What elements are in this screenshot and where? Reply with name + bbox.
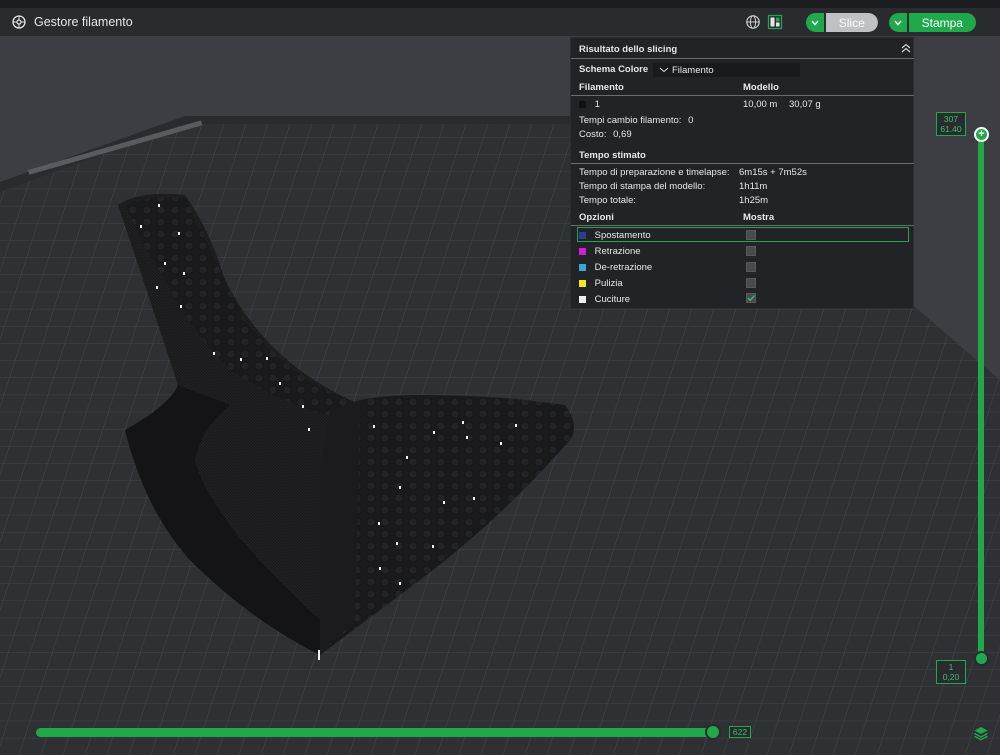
- filament-length: 10,00 m: [743, 99, 778, 110]
- filament-manager-label: Gestore filamento: [34, 15, 133, 29]
- bottom-layer-height: 0,20: [942, 672, 960, 682]
- checkmark-icon: [747, 295, 755, 302]
- layer-slider-top-handle[interactable]: +: [974, 127, 989, 142]
- option-row-travel[interactable]: Spostamento: [579, 230, 651, 241]
- estimated-time-header: Tempo stimato: [579, 150, 646, 161]
- filament-column-header: Filamento: [579, 82, 624, 93]
- window-title-strip: [0, 0, 1000, 8]
- total-time-value: 1h25m: [739, 195, 769, 206]
- slicer-app: Gestore filamento Slice Stampa Risultato…: [0, 0, 1000, 755]
- checkbox-seams[interactable]: [746, 293, 756, 303]
- layer-slider-top-label: 307 61.40: [936, 112, 966, 136]
- model-print-time-value: 1h11m: [739, 181, 768, 192]
- layout-view-icon[interactable]: [767, 14, 783, 30]
- layer-slider-track[interactable]: [978, 134, 984, 660]
- print-label[interactable]: Stampa: [908, 13, 976, 32]
- option-label-wipe: Pulizia: [594, 278, 623, 289]
- print-dropdown-toggle[interactable]: [889, 13, 907, 32]
- retraction-color-swatch: [579, 247, 586, 255]
- slice-label[interactable]: Slice: [825, 13, 878, 32]
- slice-dropdown-toggle[interactable]: [806, 13, 824, 32]
- filament-changes-value: 0: [688, 115, 694, 126]
- top-layer-number: 307: [943, 114, 959, 124]
- wipe-color-swatch: [579, 279, 586, 287]
- plus-icon: +: [978, 128, 985, 140]
- checkbox-retraction[interactable]: [746, 246, 756, 256]
- color-scheme-label: Schema Colore: [579, 64, 649, 75]
- collapse-up-icon[interactable]: [901, 43, 911, 53]
- model-column-header: Modello: [743, 82, 779, 93]
- deretraction-color-swatch: [579, 263, 586, 271]
- prep-time-value: 6m15s + 7m52s: [739, 167, 807, 178]
- panel-title: Risultato dello slicing: [579, 44, 678, 55]
- chevron-down-icon: [659, 67, 669, 73]
- top-layer-height: 61.40: [940, 124, 962, 134]
- color-scheme-dropdown[interactable]: Filamento: [653, 63, 800, 77]
- filament-changes-label: Tempi cambio filamento:: [579, 115, 682, 126]
- model-print-time-label: Tempo di stampa del modello:: [579, 181, 706, 192]
- option-label-seams: Cuciture: [594, 294, 631, 305]
- checkbox-wipe[interactable]: [746, 278, 756, 288]
- filament-manager-button[interactable]: Gestore filamento: [12, 14, 133, 30]
- filament-color-swatch: [579, 100, 586, 108]
- filament-weight: 30,07 g: [789, 99, 821, 110]
- option-label-retraction: Retrazione: [594, 246, 641, 257]
- filament-spool-icon: [12, 15, 26, 29]
- move-slider-track[interactable]: [36, 728, 716, 737]
- chevron-down-icon: [894, 20, 902, 26]
- layer-slider-bottom-label: 1 0,20: [936, 660, 966, 684]
- prep-time-label: Tempo di preparazione e timelapse:: [579, 167, 730, 178]
- color-scheme-value: Filamento: [672, 64, 714, 76]
- cost: Costo: 0,69: [579, 129, 632, 140]
- slice-button[interactable]: Slice: [806, 13, 878, 32]
- option-label-deretraction: De-retrazione: [594, 262, 653, 273]
- options-header: Opzioni: [579, 212, 614, 223]
- divider: [571, 95, 914, 96]
- travel-color-swatch: [579, 231, 586, 239]
- slicing-result-panel: Risultato dello slicing Schema Colore Fi…: [570, 37, 914, 309]
- print-button[interactable]: Stampa: [889, 13, 976, 32]
- option-row-deretraction[interactable]: De-retrazione: [579, 262, 652, 273]
- filament-changes: Tempi cambio filamento: 0: [579, 115, 693, 126]
- divider: [571, 163, 914, 164]
- option-row-seams[interactable]: Cuciture: [579, 294, 630, 305]
- checkbox-travel[interactable]: [746, 230, 756, 240]
- divider: [571, 225, 914, 226]
- checkbox-deretraction[interactable]: [746, 262, 756, 272]
- globe-icon[interactable]: [745, 14, 761, 30]
- divider: [571, 58, 914, 59]
- option-row-wipe[interactable]: Pulizia: [579, 278, 623, 289]
- layer-slider-bottom-handle[interactable]: [974, 651, 989, 666]
- show-column-header: Mostra: [743, 212, 775, 223]
- chevron-down-icon: [811, 20, 819, 26]
- filament-row: 1: [579, 99, 600, 110]
- layers-icon[interactable]: [973, 725, 989, 741]
- move-slider-value: 622: [729, 726, 751, 738]
- seams-color-swatch: [579, 295, 586, 303]
- option-row-retraction[interactable]: Retrazione: [579, 246, 641, 257]
- filament-id: 1: [594, 99, 600, 110]
- move-slider-handle[interactable]: [705, 724, 721, 740]
- option-label-travel: Spostamento: [594, 230, 651, 241]
- total-time-label: Tempo totale:: [579, 195, 637, 206]
- cost-value: 0,69: [613, 129, 632, 140]
- bottom-layer-number: 1: [948, 662, 954, 672]
- cost-label: Costo:: [579, 129, 607, 140]
